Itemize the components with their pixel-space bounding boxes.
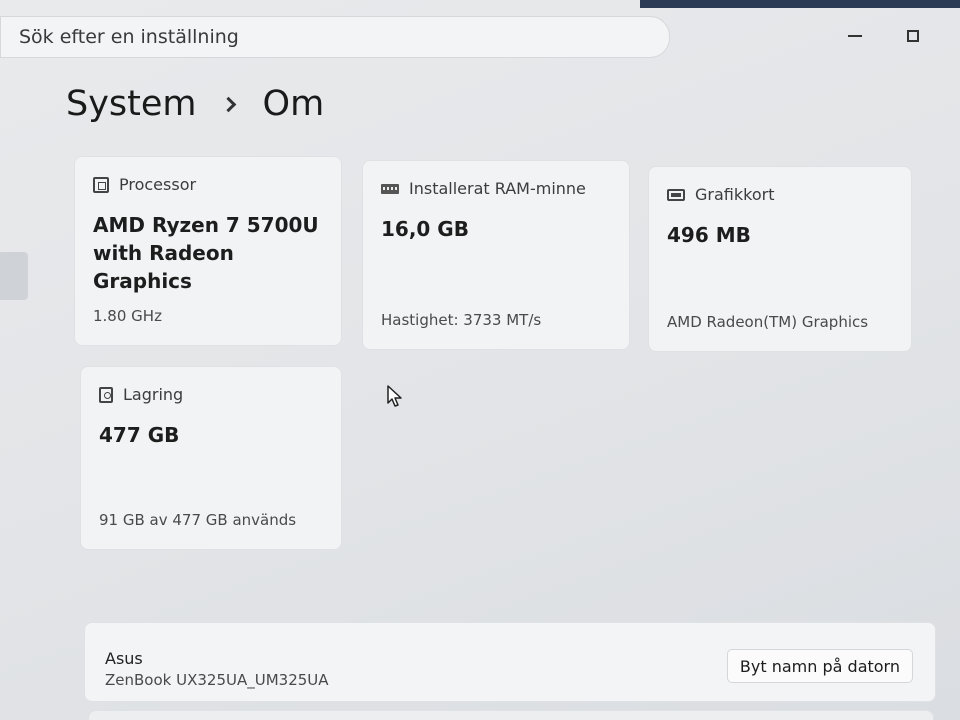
graphics-name: AMD Radeon(TM) Graphics: [667, 313, 869, 331]
processor-title: Processor: [119, 175, 197, 194]
device-model: ZenBook UX325UA_UM325UA: [105, 671, 329, 689]
ram-value: 16,0 GB: [381, 217, 469, 241]
device-info-card: Asus ZenBook UX325UA_UM325UA Byt namn på…: [84, 622, 936, 702]
device-manufacturer: Asus: [105, 649, 143, 668]
processor-card: Processor AMD Ryzen 7 5700U with Radeon …: [74, 156, 342, 346]
settings-window: Sök efter en inställning System Om Proce…: [0, 0, 960, 720]
search-placeholder: Sök efter en inställning: [19, 26, 239, 48]
rename-pc-button[interactable]: Byt namn på datorn: [726, 649, 913, 683]
chevron-right-icon: [223, 97, 237, 111]
storage-usage: 91 GB av 477 GB används: [99, 511, 297, 529]
storage-card: Lagring 477 GB 91 GB av 477 GB används: [80, 366, 342, 550]
minimize-button[interactable]: [840, 22, 870, 50]
processor-value: AMD Ryzen 7 5700U with Radeon Graphics: [93, 213, 319, 293]
ram-speed: Hastighet: 3733 MT/s: [381, 311, 542, 329]
storage-icon: [99, 386, 113, 403]
graphics-title: Grafikkort: [695, 185, 775, 204]
title-bar: Sök efter en inställning: [0, 0, 960, 64]
breadcrumb: System Om: [66, 80, 324, 128]
memory-icon: [381, 183, 399, 194]
storage-title: Lagring: [123, 385, 184, 404]
maximize-icon: [907, 30, 919, 42]
minimize-icon: [848, 35, 862, 37]
graphics-value: 496 MB: [667, 223, 751, 247]
search-input[interactable]: Sök efter en inställning: [0, 16, 670, 58]
breadcrumb-parent[interactable]: System: [66, 84, 197, 124]
next-section-card: [88, 710, 934, 720]
window-top-edge: [640, 0, 960, 8]
storage-value: 477 GB: [99, 423, 180, 447]
maximize-button[interactable]: [898, 22, 928, 50]
ram-title: Installerat RAM-minne: [409, 179, 586, 198]
processor-speed: 1.80 GHz: [93, 307, 162, 325]
graphics-card-icon: [667, 188, 685, 201]
page-title: Om: [262, 84, 325, 124]
nav-selection-indicator[interactable]: [0, 252, 28, 300]
cpu-icon: [93, 176, 109, 193]
ram-card: Installerat RAM-minne 16,0 GB Hastighet:…: [362, 160, 630, 350]
graphics-card: Grafikkort 496 MB AMD Radeon(TM) Graphic…: [648, 166, 912, 352]
